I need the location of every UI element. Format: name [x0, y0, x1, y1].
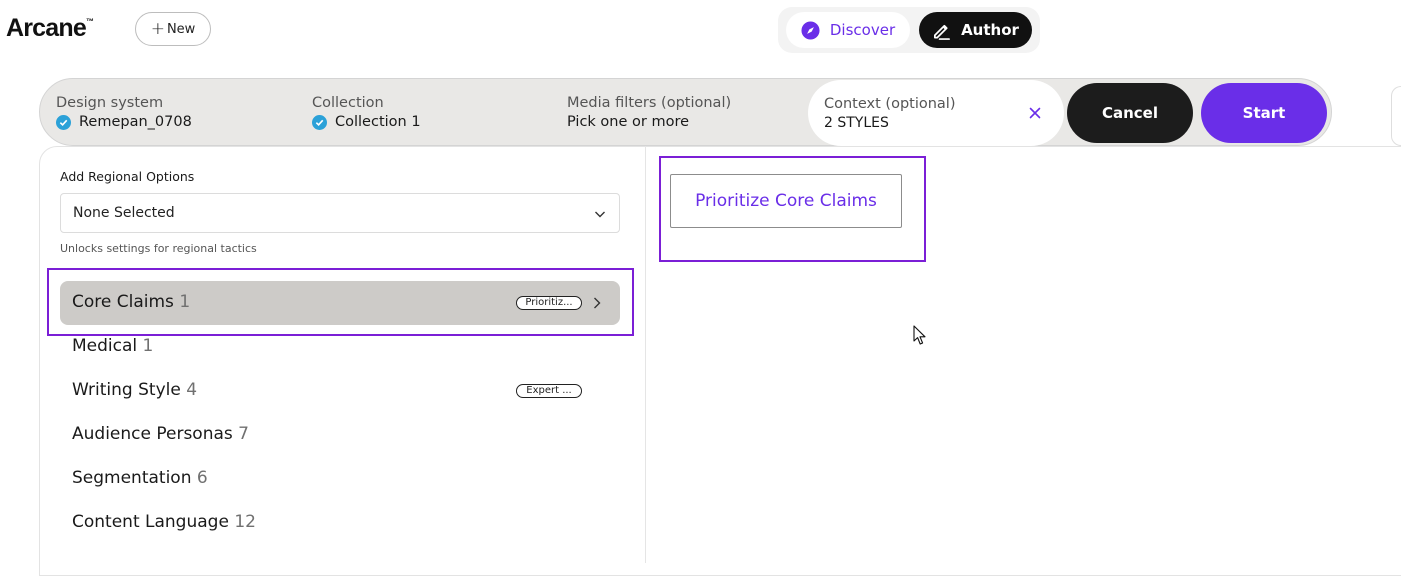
- collection-label: Collection: [312, 95, 384, 111]
- prioritize-core-claims-button[interactable]: Prioritize Core Claims: [670, 174, 902, 228]
- media-filters-label: Media filters (optional): [567, 95, 732, 111]
- design-system-field[interactable]: Design system Remepan_0708: [56, 94, 192, 132]
- app-logo: Arcane™: [6, 14, 94, 43]
- close-icon[interactable]: [1026, 104, 1044, 122]
- discover-mode-button[interactable]: Discover: [786, 12, 910, 48]
- collection-field[interactable]: Collection Collection 1: [312, 94, 421, 132]
- regional-options-value: None Selected: [73, 205, 175, 221]
- category-content-language[interactable]: Content Language 12: [60, 501, 620, 545]
- media-filters-field[interactable]: Media filters (optional) Pick one or mor…: [567, 94, 731, 132]
- side-panel-edge: [1391, 86, 1401, 146]
- collection-value: Collection 1: [335, 114, 421, 130]
- selection-pill: Expert ...: [516, 384, 582, 398]
- chevron-down-icon: [593, 207, 607, 221]
- plus-icon: +: [150, 18, 165, 39]
- category-label: Audience Personas 7: [72, 424, 249, 444]
- highlight-box-core-claims: [47, 268, 634, 336]
- trademark-symbol: ™: [85, 17, 94, 26]
- category-label: Segmentation 6: [72, 468, 208, 488]
- cancel-button[interactable]: Cancel: [1067, 83, 1193, 143]
- context-value: 2 STYLES: [824, 115, 889, 131]
- search-config-bar: Design system Remepan_0708 Collection Co…: [39, 78, 1332, 146]
- regional-options-label: Add Regional Options: [60, 169, 195, 184]
- regional-options-hint: Unlocks settings for regional tactics: [60, 242, 257, 255]
- category-label: Content Language 12: [72, 512, 256, 532]
- category-audience-personas[interactable]: Audience Personas 7: [60, 413, 620, 457]
- context-label: Context (optional): [824, 96, 956, 112]
- design-system-value: Remepan_0708: [79, 114, 192, 130]
- author-mode-button[interactable]: Author: [919, 12, 1032, 48]
- context-field[interactable]: Context (optional) 2 STYLES: [808, 80, 1064, 146]
- new-button-label: New: [166, 21, 196, 37]
- check-circle-icon: [312, 115, 327, 130]
- category-writing-style[interactable]: Writing Style 4 Expert ...: [60, 369, 620, 413]
- category-segmentation[interactable]: Segmentation 6: [60, 457, 620, 501]
- pencil-icon: [932, 21, 951, 40]
- discover-label: Discover: [829, 21, 896, 39]
- author-label: Author: [961, 21, 1019, 39]
- mouse-cursor: [913, 325, 926, 345]
- compass-icon: [801, 20, 820, 40]
- category-label: Writing Style 4: [72, 380, 198, 400]
- start-button[interactable]: Start: [1201, 83, 1327, 143]
- new-button[interactable]: + New: [135, 12, 211, 46]
- regional-options-select[interactable]: None Selected: [60, 193, 620, 233]
- app-logo-text: Arcane: [6, 14, 87, 42]
- design-system-label: Design system: [56, 95, 164, 111]
- panel-divider: [645, 146, 646, 563]
- mode-toggle: Discover Author: [778, 7, 1040, 53]
- category-label: Medical 1: [72, 336, 154, 356]
- media-filters-value: Pick one or more: [567, 114, 690, 130]
- check-circle-icon: [56, 115, 71, 130]
